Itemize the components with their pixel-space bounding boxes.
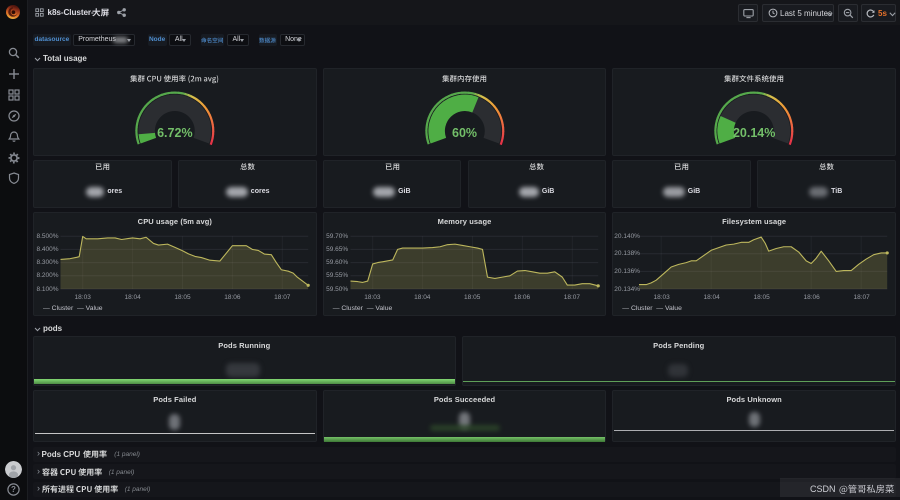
svg-text:?: ?	[11, 485, 16, 494]
